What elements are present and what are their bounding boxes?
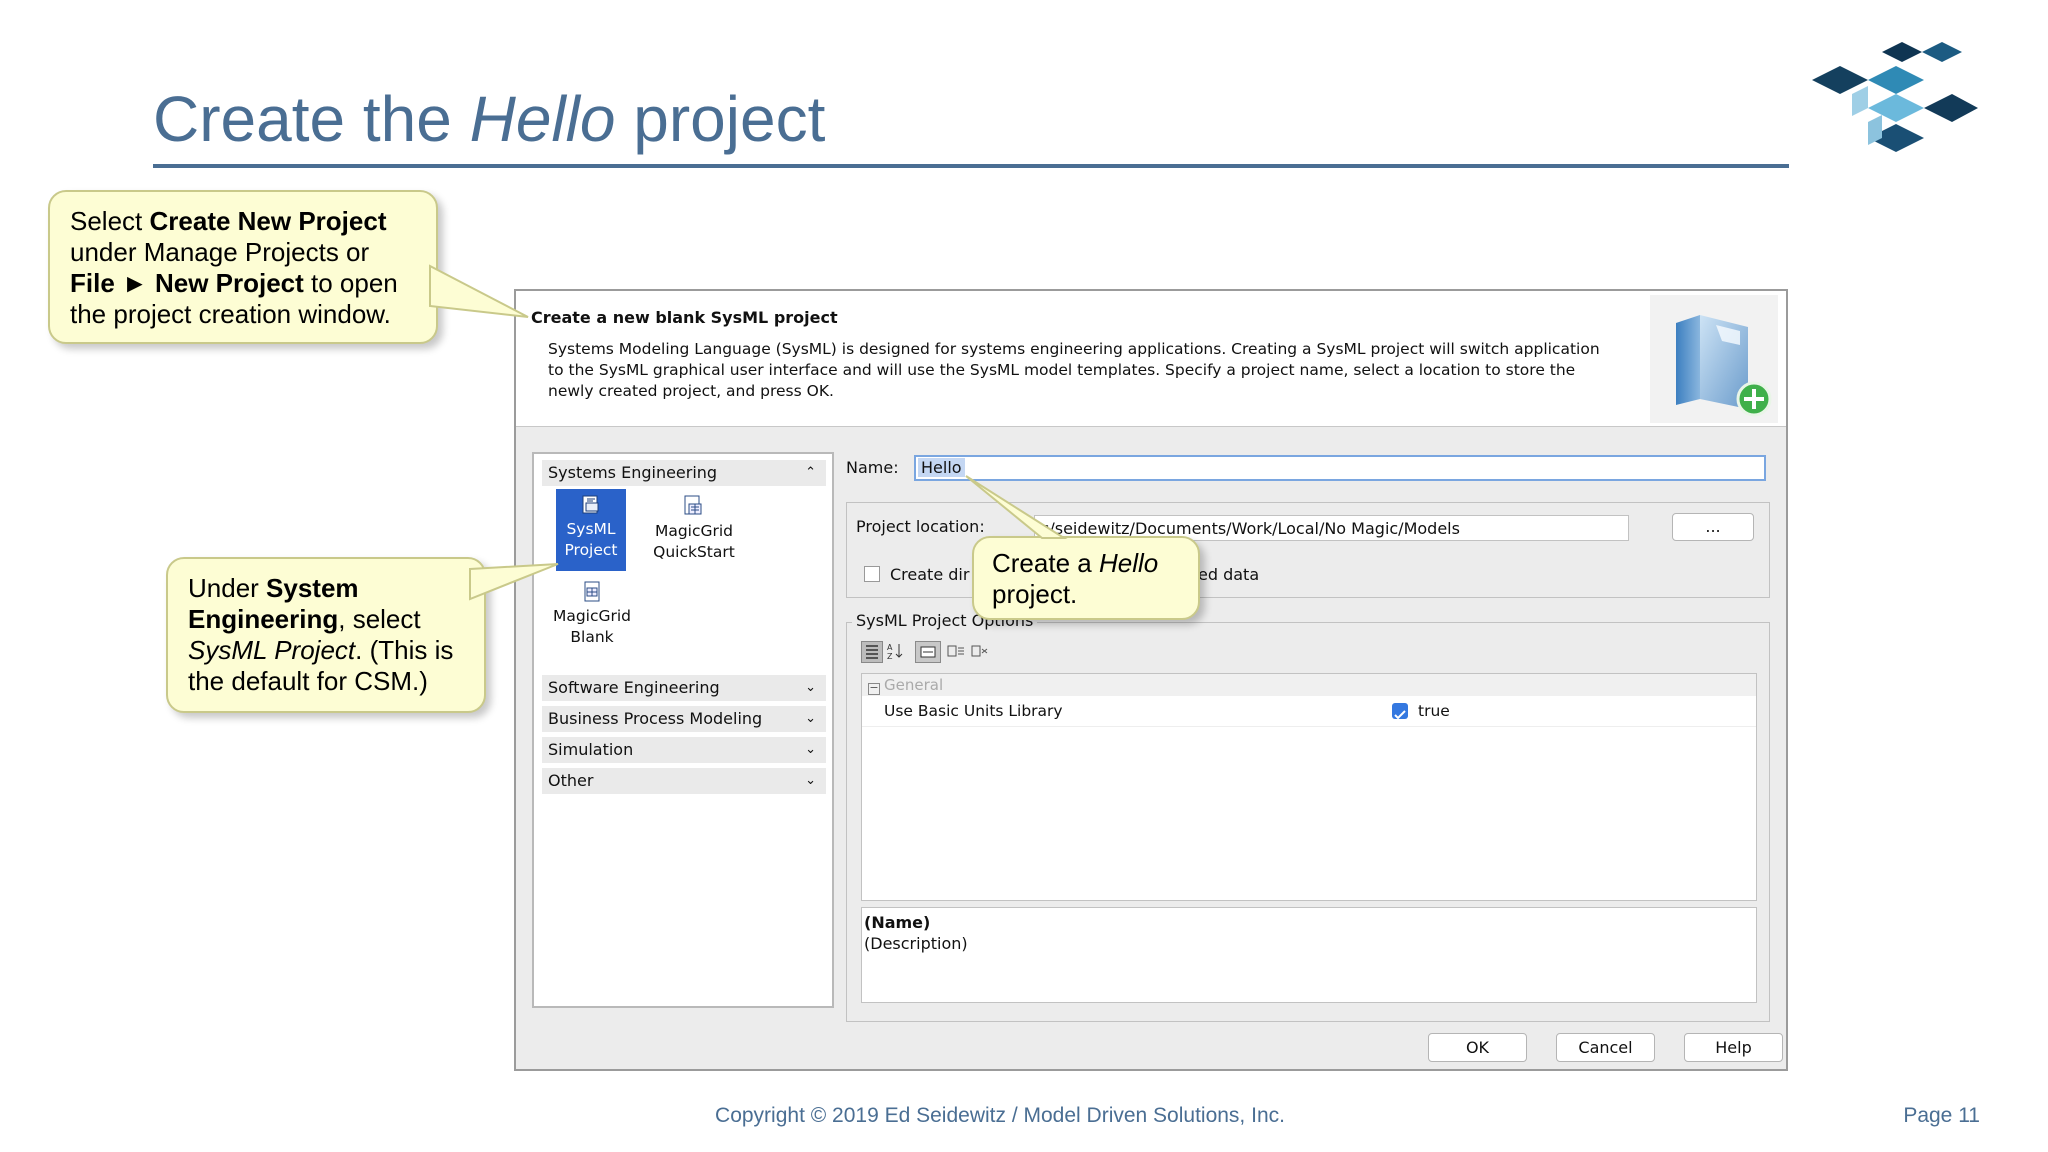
- property-row-basic-units[interactable]: Use Basic Units Library true: [862, 696, 1756, 727]
- new-project-dialog: Create a new blank SysML project Systems…: [514, 289, 1788, 1071]
- category-systems-engineering[interactable]: Systems Engineering ⌃: [542, 460, 826, 486]
- template-label-line1: MagicGrid: [654, 522, 734, 540]
- new-project-icon: [1650, 295, 1778, 423]
- cancel-button[interactable]: Cancel: [1556, 1033, 1655, 1062]
- description-toggle-icon[interactable]: [915, 641, 941, 663]
- svg-text:Z: Z: [887, 652, 893, 661]
- sysml-project-icon: [582, 495, 599, 514]
- callout-bold-text: File ► New Project: [70, 268, 304, 298]
- categorized-view-icon[interactable]: [861, 641, 883, 663]
- dialog-header-description: Systems Modeling Language (SysML) is des…: [548, 340, 1600, 400]
- chevron-down-icon: ⌄: [805, 742, 816, 757]
- category-label: Simulation: [548, 740, 634, 759]
- name-label: Name:: [846, 458, 899, 477]
- template-label-line2: Project: [564, 541, 618, 559]
- collapse-icon: −: [868, 681, 880, 695]
- template-label-line2: QuickStart: [653, 543, 735, 561]
- callout-bold-text: Create New Project: [149, 206, 387, 236]
- description-name: (Name): [864, 913, 931, 932]
- callout-pointer: [429, 264, 529, 318]
- category-software-engineering[interactable]: Software Engineering ⌄: [542, 675, 826, 701]
- property-value: true: [1418, 702, 1450, 720]
- category-label: Systems Engineering: [548, 463, 718, 482]
- chevron-down-icon: ⌄: [805, 711, 816, 726]
- expand-all-icon[interactable]: [946, 641, 968, 663]
- property-value-checkbox[interactable]: [1392, 703, 1408, 720]
- category-label: Other: [548, 771, 594, 790]
- collapse-all-icon[interactable]: [970, 641, 992, 663]
- callout-text: Under: [188, 573, 267, 603]
- template-category-panel: Systems Engineering ⌃ SysML Project Magi…: [532, 452, 834, 1008]
- template-label-line2: Blank: [570, 628, 614, 646]
- callout-italic-text: SysML Project: [188, 635, 356, 665]
- category-business-process-modeling[interactable]: Business Process Modeling ⌄: [542, 706, 826, 732]
- callout-create-new-project: Select Create New Project under Manage P…: [48, 190, 438, 344]
- copyright-text: Copyright © 2019 Ed Seidewitz / Model Dr…: [715, 1104, 1285, 1127]
- callout-pointer: [469, 563, 559, 601]
- create-dir-checkbox[interactable]: [864, 566, 880, 582]
- copyright-footer: Copyright © 2019 Ed Seidewitz / Model Dr…: [0, 1104, 2048, 1128]
- title-text-2: project: [615, 83, 826, 155]
- magicgrid-blank-icon: [584, 581, 600, 602]
- category-label: Software Engineering: [548, 678, 720, 697]
- callout-text: project.: [992, 579, 1078, 609]
- chevron-up-icon: ⌃: [805, 465, 816, 480]
- help-button[interactable]: Help: [1684, 1033, 1783, 1062]
- svg-text:A: A: [887, 643, 893, 652]
- callout-system-engineering: Under System Engineering, select SysML P…: [166, 557, 486, 713]
- category-label: Business Process Modeling: [548, 709, 763, 728]
- company-logo: [1812, 42, 1978, 152]
- property-description-box: (Name) (Description): [861, 907, 1757, 1003]
- template-magicgrid-quickstart[interactable]: MagicGrid QuickStart: [634, 489, 754, 563]
- callout-pointer: [965, 475, 1068, 539]
- browse-button[interactable]: ...: [1672, 513, 1754, 541]
- title-text-1: Create the: [153, 83, 470, 155]
- create-dir-label-tail: ed data: [1198, 565, 1260, 584]
- callout-text: Select: [70, 206, 150, 236]
- dialog-header: Create a new blank SysML project Systems…: [516, 291, 1786, 427]
- ok-button[interactable]: OK: [1428, 1033, 1527, 1062]
- callout-text: under Manage Projects or: [70, 237, 370, 267]
- category-other[interactable]: Other ⌄: [542, 768, 826, 794]
- chevron-down-icon: ⌄: [805, 773, 816, 788]
- category-simulation[interactable]: Simulation ⌄: [542, 737, 826, 763]
- project-name-value: Hello: [918, 458, 965, 477]
- title-underline: [153, 164, 1789, 168]
- create-dir-label: Create dir: [890, 565, 970, 584]
- magicgrid-quickstart-icon: [684, 495, 702, 515]
- dialog-header-title: Create a new blank SysML project: [531, 308, 838, 327]
- general-section-row[interactable]: − General: [862, 674, 1756, 696]
- callout-text: Create a: [992, 548, 1099, 578]
- page-number: Page 11: [1903, 1104, 1980, 1127]
- callout-italic-text: Hello: [1098, 548, 1159, 578]
- chevron-down-icon: ⌄: [805, 680, 816, 695]
- template-label-line1: SysML: [566, 520, 616, 538]
- sort-alphabetical-icon[interactable]: AZ: [886, 641, 908, 663]
- general-section-label: General: [884, 676, 944, 694]
- property-name: Use Basic Units Library: [884, 702, 1063, 720]
- slide-title: Create the Hello project: [153, 82, 825, 156]
- description-text: (Description): [864, 934, 968, 953]
- properties-table: − General Use Basic Units Library true: [861, 673, 1757, 901]
- callout-text: , select: [338, 604, 421, 634]
- title-text-emphasis: Hello: [469, 83, 616, 155]
